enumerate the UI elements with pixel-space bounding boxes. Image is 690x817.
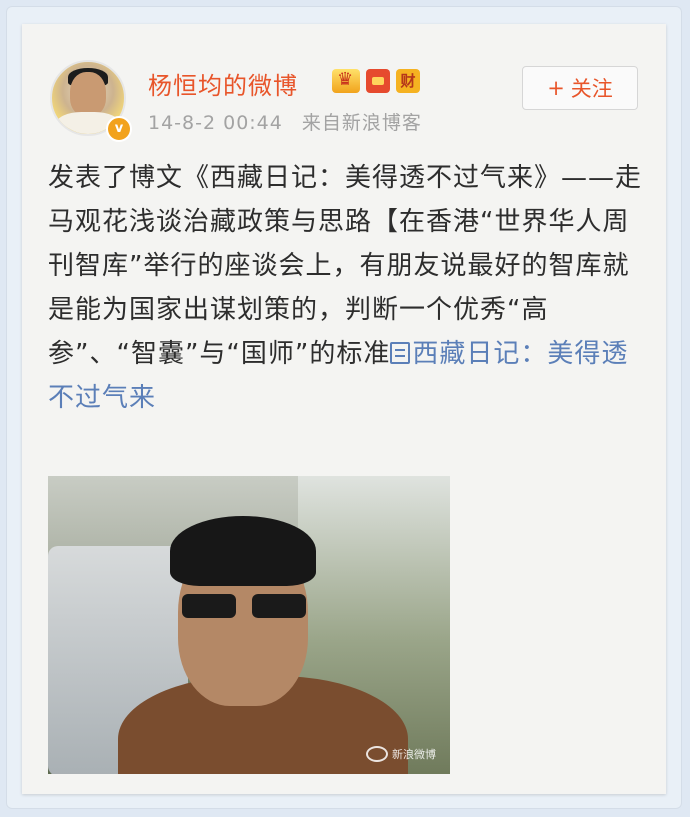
follow-button[interactable]: + 关注 (522, 66, 638, 110)
post-photo[interactable]: 新浪微博 (48, 476, 450, 774)
post-text: 发表了博文《西藏日记：美得透不过气来》——走马观花浅谈治藏政策与思路【在香港“世… (48, 156, 644, 420)
weibo-post-card: v 杨恒均的微博 财 14-8-2 00:44 来自新浪博客 + 关注 发表了博… (22, 24, 666, 794)
plus-icon: + (547, 76, 565, 100)
avatar-face (70, 72, 106, 116)
user-name[interactable]: 杨恒均的微博 (148, 66, 298, 101)
photo-watermark: 新浪微博 (366, 746, 436, 762)
post-source[interactable]: 来自新浪博客 (302, 112, 422, 134)
red-envelope-icon[interactable] (366, 69, 390, 93)
photo-sunglasses (182, 594, 306, 620)
crown-badge-icon[interactable] (332, 69, 360, 93)
post-meta: 14-8-2 00:44 来自新浪博客 (148, 108, 422, 135)
cai-badge-icon[interactable]: 财 (396, 69, 420, 93)
article-link-icon (390, 342, 411, 364)
user-badges: 财 (332, 66, 420, 96)
verified-badge-icon: v (106, 116, 132, 142)
photo-person-hair (170, 516, 316, 586)
weibo-logo-icon (366, 746, 388, 762)
follow-label: 关注 (570, 77, 613, 101)
post-timestamp: 14-8-2 00:44 (148, 112, 283, 134)
watermark-text: 新浪微博 (392, 748, 436, 761)
